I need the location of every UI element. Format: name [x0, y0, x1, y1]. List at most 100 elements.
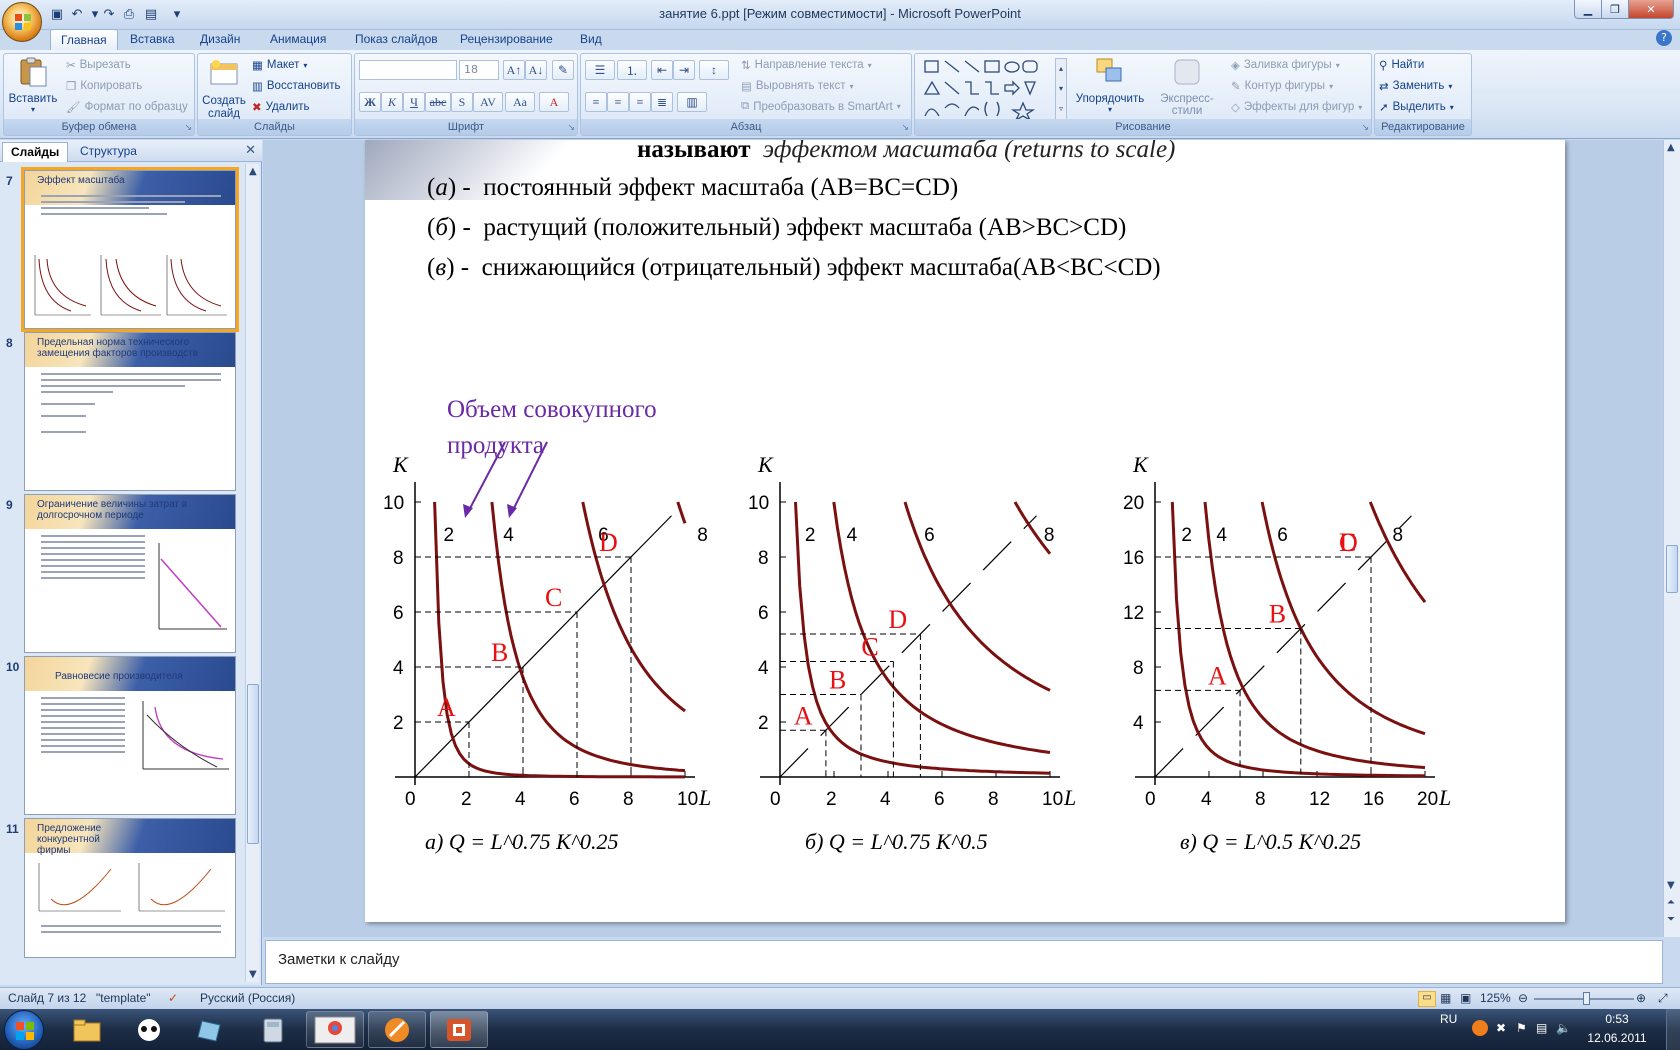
- slide-thumbnail-10[interactable]: Равновесие производителя: [24, 656, 236, 815]
- next-slide-icon[interactable]: ⏷: [1667, 914, 1675, 925]
- thumbnails-scrollbar[interactable]: ▲ ▼: [245, 164, 259, 982]
- tab-outline[interactable]: Структура: [72, 142, 145, 162]
- zoom-level[interactable]: 125%: [1480, 991, 1511, 1005]
- zoom-in-icon[interactable]: ⊕: [1636, 991, 1646, 1005]
- scroll-up-icon[interactable]: ▲: [249, 166, 257, 177]
- font-color-icon[interactable]: A: [539, 92, 569, 112]
- close-panel-icon[interactable]: ✕: [245, 143, 256, 158]
- paste-button[interactable]: Вставить ▾: [8, 56, 58, 114]
- taskbar-app-2[interactable]: [120, 1011, 178, 1048]
- office-button[interactable]: [2, 2, 42, 42]
- new-slide-button[interactable]: Создать слайд: [202, 58, 246, 121]
- tab-animation[interactable]: Анимация: [260, 29, 336, 51]
- line-spacing-icon[interactable]: ↕: [699, 60, 729, 80]
- justify-icon[interactable]: ≣: [651, 92, 673, 112]
- shapes-scroll-icon[interactable]: ▴ ▾ ▿: [1055, 58, 1067, 120]
- minimize-button[interactable]: ▁: [1574, 0, 1602, 19]
- smartart-button[interactable]: ⧉ Преобразовать в SmartArt ▾: [741, 100, 901, 113]
- font-size-combo[interactable]: 18: [459, 60, 499, 80]
- slide-thumbnail-7[interactable]: Эффект масштаба: [21, 167, 239, 332]
- tray-tools-icon[interactable]: ✖: [1496, 1021, 1506, 1035]
- align-center-icon[interactable]: ≡: [607, 92, 629, 112]
- clipboard-launcher-icon[interactable]: ↘: [184, 123, 192, 133]
- tab-view[interactable]: Вид: [570, 29, 612, 51]
- grow-font-icon[interactable]: A↑: [503, 60, 525, 80]
- tab-review[interactable]: Рецензирование: [450, 29, 563, 51]
- decrease-indent-icon[interactable]: ⇤: [651, 60, 673, 80]
- zoom-slider-thumb[interactable]: [1583, 992, 1590, 1005]
- cut-button[interactable]: ✂ Вырезать: [66, 58, 131, 72]
- columns-icon[interactable]: ▥: [677, 92, 707, 112]
- previous-slide-icon[interactable]: ⏶: [1667, 897, 1675, 908]
- numbering-icon[interactable]: ⒈: [617, 60, 647, 80]
- language-indicator[interactable]: Русский (Россия): [200, 991, 295, 1005]
- shrink-font-icon[interactable]: A↓: [525, 60, 547, 80]
- tray-app-icon[interactable]: [1472, 1020, 1488, 1036]
- fit-to-window-icon[interactable]: ⤢: [1658, 991, 1668, 1006]
- find-button[interactable]: ⚲ Найти: [1379, 58, 1424, 72]
- slide-thumbnail-9[interactable]: Ограничение величины затрат в долгосрочн…: [24, 494, 236, 653]
- strikethrough-icon[interactable]: abc: [425, 92, 451, 112]
- taskbar-calculator[interactable]: [244, 1011, 302, 1048]
- font-launcher-icon[interactable]: ↘: [567, 123, 575, 133]
- scroll-up-icon[interactable]: ▲: [1667, 142, 1675, 153]
- scroll-down-icon[interactable]: ▼: [1667, 880, 1675, 891]
- clock-date[interactable]: 12.06.2011: [1582, 1031, 1652, 1045]
- reset-button[interactable]: ▥ Восстановить: [252, 79, 341, 93]
- close-window-button[interactable]: ✕: [1628, 0, 1674, 19]
- show-desktop-button[interactable]: [1666, 1009, 1680, 1050]
- underline-icon[interactable]: Ч: [403, 92, 425, 112]
- taskbar-chrome[interactable]: [306, 1011, 364, 1048]
- taskbar-app-6[interactable]: [368, 1011, 426, 1048]
- clock-time[interactable]: 0:53: [1582, 1012, 1652, 1026]
- scrollbar-thumb[interactable]: [1666, 545, 1678, 593]
- tab-insert[interactable]: Вставка: [120, 29, 185, 51]
- tray-flag-icon[interactable]: ⚑: [1516, 1021, 1527, 1035]
- input-language[interactable]: RU: [1440, 1012, 1457, 1026]
- format-painter-button[interactable]: 🖌 Формат по образцу: [66, 100, 188, 114]
- align-text-button[interactable]: ▤ Выровнять текст ▾: [741, 79, 853, 93]
- taskbar-explorer[interactable]: [58, 1011, 116, 1048]
- shape-outline-button[interactable]: ✎ Контур фигуры ▾: [1231, 79, 1333, 93]
- tray-volume-icon[interactable]: 🔈: [1556, 1021, 1571, 1035]
- maximize-button[interactable]: ❐: [1601, 0, 1629, 19]
- delete-slide-button[interactable]: ✖ Удалить: [252, 100, 310, 114]
- slide-thumbnail-8[interactable]: Предельная норма технического замещения …: [24, 332, 236, 491]
- spacing-icon[interactable]: AV: [473, 92, 503, 112]
- tab-slides[interactable]: Слайды: [2, 142, 69, 162]
- normal-view-icon[interactable]: ▭: [1418, 991, 1436, 1007]
- copy-button[interactable]: ❐ Копировать: [66, 79, 142, 93]
- slideshow-view-icon[interactable]: ▣: [1460, 991, 1471, 1005]
- notes-pane[interactable]: Заметки к слайду: [265, 940, 1663, 984]
- tray-network-icon[interactable]: ▤: [1536, 1021, 1547, 1035]
- align-right-icon[interactable]: ≡: [629, 92, 651, 112]
- change-case-icon[interactable]: Aa: [505, 92, 535, 112]
- font-name-combo[interactable]: [359, 60, 457, 80]
- shape-effects-button[interactable]: ◇ Эффекты для фигур ▾: [1231, 100, 1362, 114]
- increase-indent-icon[interactable]: ⇥: [673, 60, 695, 80]
- slide-canvas[interactable]: называют эффектом масштаба (returns to s…: [365, 140, 1565, 922]
- shape-fill-button[interactable]: ◈ Заливка фигуры ▾: [1231, 58, 1340, 72]
- bold-icon[interactable]: Ж: [359, 92, 381, 112]
- sorter-view-icon[interactable]: ▦: [1440, 991, 1451, 1005]
- shadow-icon[interactable]: S: [451, 92, 473, 112]
- taskbar-app-3[interactable]: [182, 1011, 240, 1048]
- clear-format-icon[interactable]: ✎: [552, 60, 574, 80]
- align-left-icon[interactable]: ≡: [585, 92, 607, 112]
- arrange-button[interactable]: Упорядочить ▾: [1075, 56, 1145, 114]
- text-direction-button[interactable]: ⇅ Направление текста ▾: [741, 58, 872, 72]
- tab-home[interactable]: Главная: [50, 29, 118, 51]
- tab-design[interactable]: Дизайн: [190, 29, 250, 51]
- taskbar-powerpoint[interactable]: [430, 1011, 488, 1048]
- start-button[interactable]: [4, 1010, 44, 1050]
- slide-scrollbar[interactable]: ▲ ▼ ⏶ ⏷: [1663, 140, 1680, 937]
- zoom-out-icon[interactable]: ⊖: [1518, 991, 1528, 1005]
- drawing-launcher-icon[interactable]: ↘: [1361, 123, 1369, 133]
- spellcheck-icon[interactable]: ✓: [168, 991, 178, 1005]
- italic-icon[interactable]: К: [381, 92, 403, 112]
- paragraph-launcher-icon[interactable]: ↘: [901, 123, 909, 133]
- help-icon[interactable]: ?: [1656, 30, 1672, 46]
- tab-slideshow[interactable]: Показ слайдов: [345, 29, 448, 51]
- shapes-gallery-icon[interactable]: [921, 58, 1053, 120]
- select-button[interactable]: ➚ Выделить ▾: [1379, 100, 1454, 114]
